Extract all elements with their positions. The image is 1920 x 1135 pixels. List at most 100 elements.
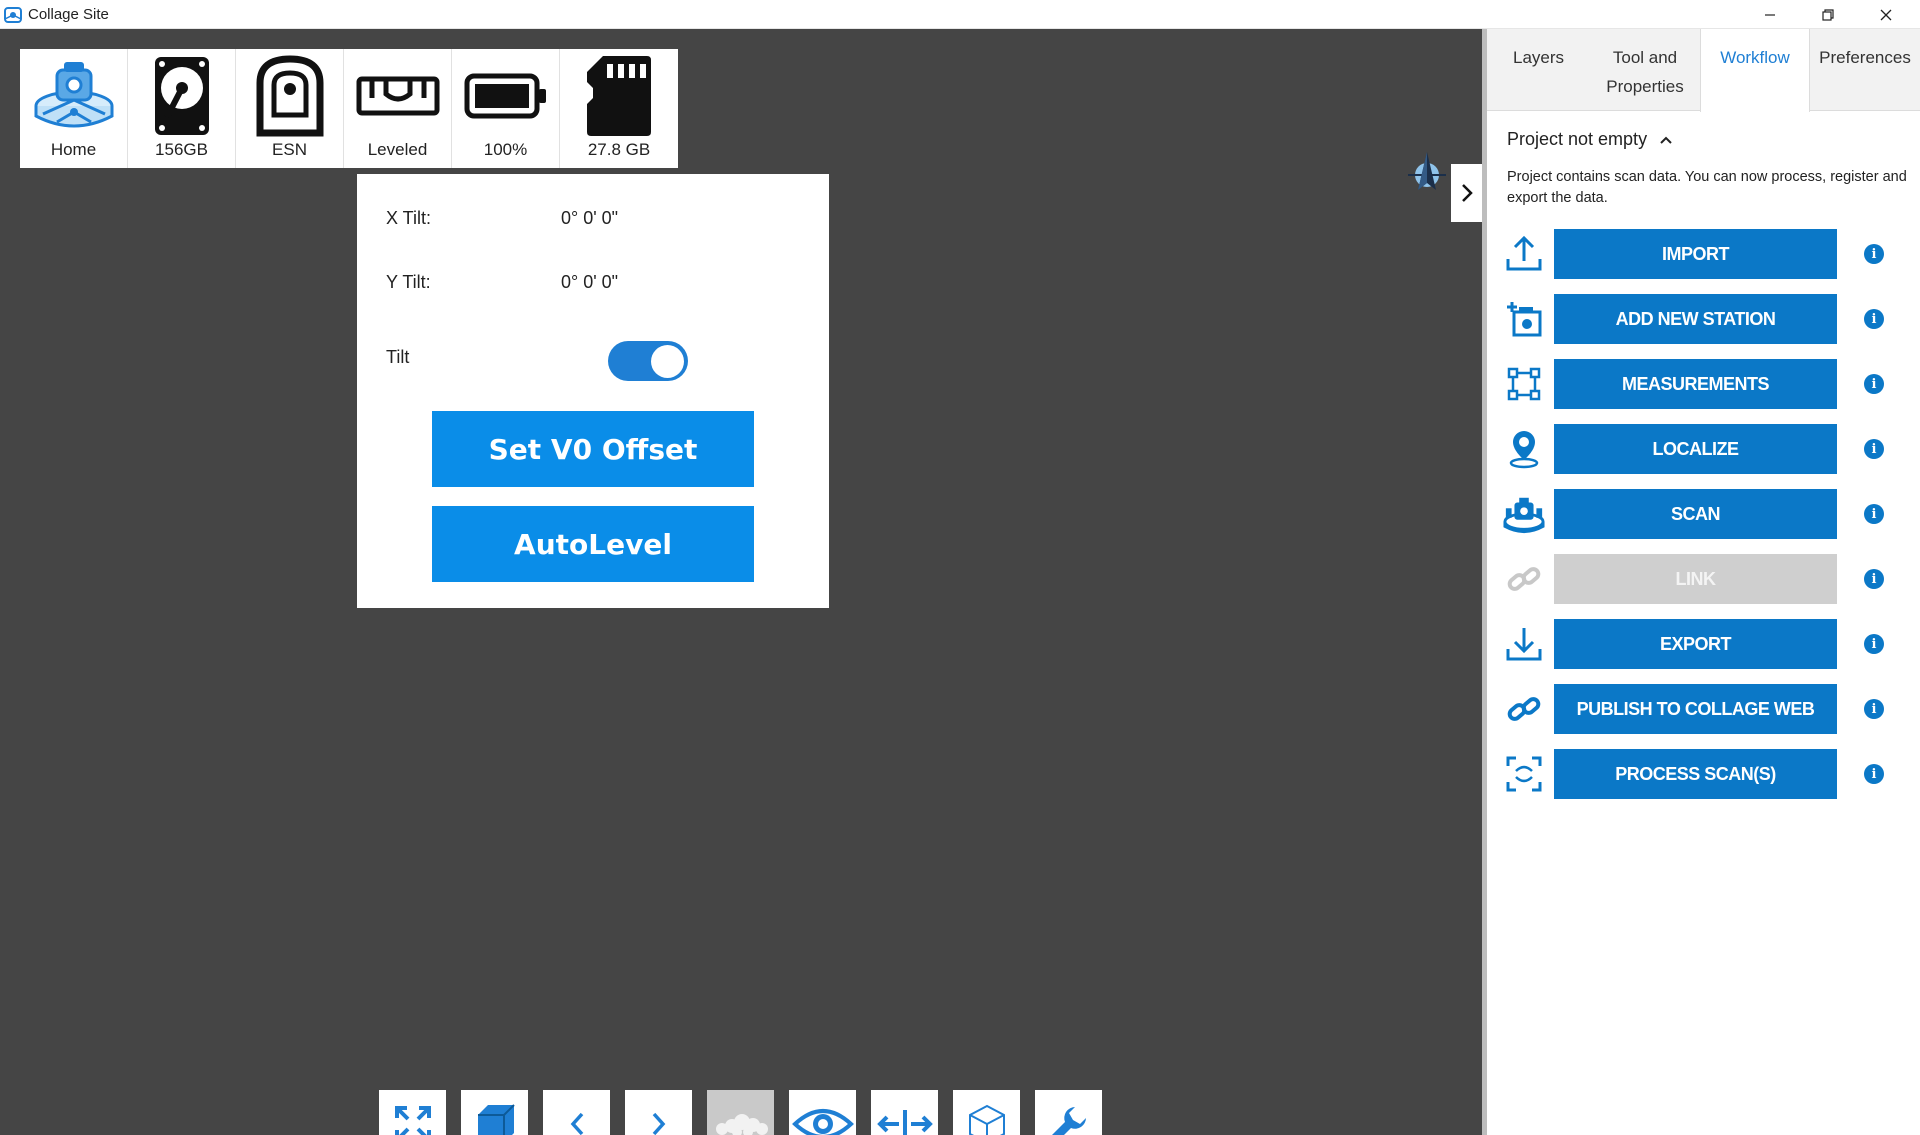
tab-tool-label-line1: Tool and [1612, 48, 1678, 67]
status-storage-label: 156GB [155, 140, 208, 159]
restore-button[interactable] [1800, 0, 1856, 29]
status-storage[interactable]: 156GB [128, 49, 236, 168]
sd-card-icon [587, 56, 651, 136]
collage-site-app: Collage Site Home 156GB ESN Leveled 100%… [0, 0, 1920, 1135]
info-icon[interactable]: i [1864, 309, 1884, 329]
project-status-header[interactable]: Project not empty [1507, 129, 1673, 150]
expand-arrows-icon [394, 1106, 431, 1135]
chevron-right-icon [652, 1112, 665, 1135]
tab-layers-label: Layers [1512, 48, 1565, 67]
point-cloud-icon [715, 1114, 768, 1135]
scanner-icon [1503, 497, 1545, 534]
scan-button[interactable]: SCAN [1554, 489, 1837, 539]
status-battery-label: 100% [483, 140, 528, 159]
autolevel-button[interactable]: AutoLevel [432, 506, 754, 582]
workflow-row-link: LINK i [1487, 554, 1920, 604]
workflow-row-export: EXPORT i [1487, 619, 1920, 669]
split-arrows-icon [876, 1110, 933, 1135]
scanner-device-icon [256, 55, 323, 137]
tab-preferences-label: Preferences [1819, 48, 1911, 67]
point-cloud-button[interactable] [707, 1090, 774, 1135]
minimize-button[interactable] [1742, 0, 1798, 29]
x-tilt-value: 0° 0' 0" [561, 208, 619, 228]
status-home[interactable]: Home [20, 49, 128, 168]
compass-icon[interactable] [1404, 150, 1450, 196]
scan-viewport[interactable]: Home 156GB ESN Leveled 100% 27.8 GB X Ti… [0, 29, 1483, 1135]
workflow-row-import: IMPORT i [1487, 229, 1920, 279]
info-icon[interactable]: i [1864, 374, 1884, 394]
viewport-toolbar [379, 1090, 1102, 1135]
workflow-row-add-station: ADD NEW STATION i [1487, 294, 1920, 344]
link-icon [1507, 567, 1541, 591]
info-icon[interactable]: i [1864, 699, 1884, 719]
next-button[interactable] [625, 1090, 692, 1135]
app-logo-icon [4, 7, 22, 23]
visibility-button[interactable] [789, 1090, 856, 1135]
status-esn-label: ESN [272, 140, 307, 159]
fit-view-button[interactable] [379, 1090, 446, 1135]
tilt-toggle-label: Tilt [386, 347, 410, 367]
info-icon[interactable]: i [1864, 439, 1884, 459]
info-icon[interactable]: i [1864, 244, 1884, 264]
window-title: Collage Site [28, 6, 109, 23]
split-view-button[interactable] [871, 1090, 938, 1135]
level-bubble-icon [356, 76, 439, 116]
tab-workflow[interactable]: Workflow [1700, 29, 1810, 112]
workflow-row-measurements: MEASUREMENTS i [1487, 359, 1920, 409]
import-button[interactable]: IMPORT [1554, 229, 1837, 279]
info-icon[interactable]: i [1864, 569, 1884, 589]
chevron-up-icon [1660, 136, 1672, 144]
info-icon[interactable]: i [1864, 634, 1884, 654]
status-level[interactable]: Leveled [344, 49, 452, 168]
device-status-bar: Home 156GB ESN Leveled 100% 27.8 GB [20, 49, 678, 168]
solid-cube-view-button[interactable] [461, 1090, 528, 1135]
location-pin-icon [1509, 431, 1539, 469]
x-tilt-label: X Tilt: [386, 208, 432, 228]
tools-button[interactable] [1035, 1090, 1102, 1135]
status-battery[interactable]: 100% [452, 49, 560, 168]
status-home-label: Home [50, 140, 97, 159]
publish-to-collage-web-button[interactable]: PUBLISH TO COLLAGE WEB [1554, 684, 1837, 734]
info-icon[interactable]: i [1864, 764, 1884, 784]
status-esn[interactable]: ESN [236, 49, 344, 168]
chevron-right-icon [1462, 184, 1473, 202]
title-bar: Collage Site [0, 0, 1920, 29]
process-scans-button[interactable]: PROCESS SCAN(S) [1554, 749, 1837, 799]
eye-icon [791, 1109, 854, 1135]
wireframe-cube-button[interactable] [953, 1090, 1020, 1135]
status-sdcard-label: 27.8 GB [587, 140, 651, 159]
status-sdcard[interactable]: 27.8 GB [560, 49, 678, 168]
previous-button[interactable] [543, 1090, 610, 1135]
localize-button[interactable]: LOCALIZE [1554, 424, 1837, 474]
close-button[interactable] [1858, 0, 1914, 29]
workflow-row-process: PROCESS SCAN(S) i [1487, 749, 1920, 799]
panel-tabs: Layers Tool and Properties Workflow Pref… [1487, 29, 1920, 112]
wrench-icon [1051, 1107, 1086, 1135]
info-icon[interactable]: i [1864, 504, 1884, 524]
tab-tool-label-line2: Properties [1606, 77, 1684, 96]
workflow-panel: Layers Tool and Properties Workflow Pref… [1487, 29, 1920, 1135]
solid-cube-icon [477, 1104, 515, 1135]
set-v0-offset-button[interactable]: Set V0 Offset [432, 411, 754, 487]
workflow-row-localize: LOCALIZE i [1487, 424, 1920, 474]
tab-layers[interactable]: Layers [1487, 29, 1590, 111]
restore-icon [1822, 8, 1834, 21]
export-button[interactable]: EXPORT [1554, 619, 1837, 669]
add-new-station-button[interactable]: ADD NEW STATION [1554, 294, 1837, 344]
home-scanner-icon [34, 62, 113, 128]
tilt-toggle-knob [651, 345, 684, 378]
collapse-panel-button[interactable] [1451, 164, 1483, 222]
close-icon [1880, 9, 1892, 20]
link-button[interactable]: LINK [1554, 554, 1837, 604]
measurements-button[interactable]: MEASUREMENTS [1554, 359, 1837, 409]
battery-icon [464, 73, 546, 119]
wireframe-cube-icon [968, 1104, 1005, 1135]
tab-tool-and-properties[interactable]: Tool and Properties [1590, 29, 1700, 111]
status-level-label: Leveled [367, 140, 428, 159]
y-tilt-value: 0° 0' 0" [561, 272, 619, 292]
tab-workflow-label: Workflow [1720, 48, 1790, 67]
project-description: Project contains scan data. You can now … [1507, 169, 1907, 206]
tab-preferences[interactable]: Preferences [1810, 29, 1920, 111]
y-tilt-label: Y Tilt: [386, 272, 431, 292]
tilt-toggle[interactable] [608, 341, 688, 381]
